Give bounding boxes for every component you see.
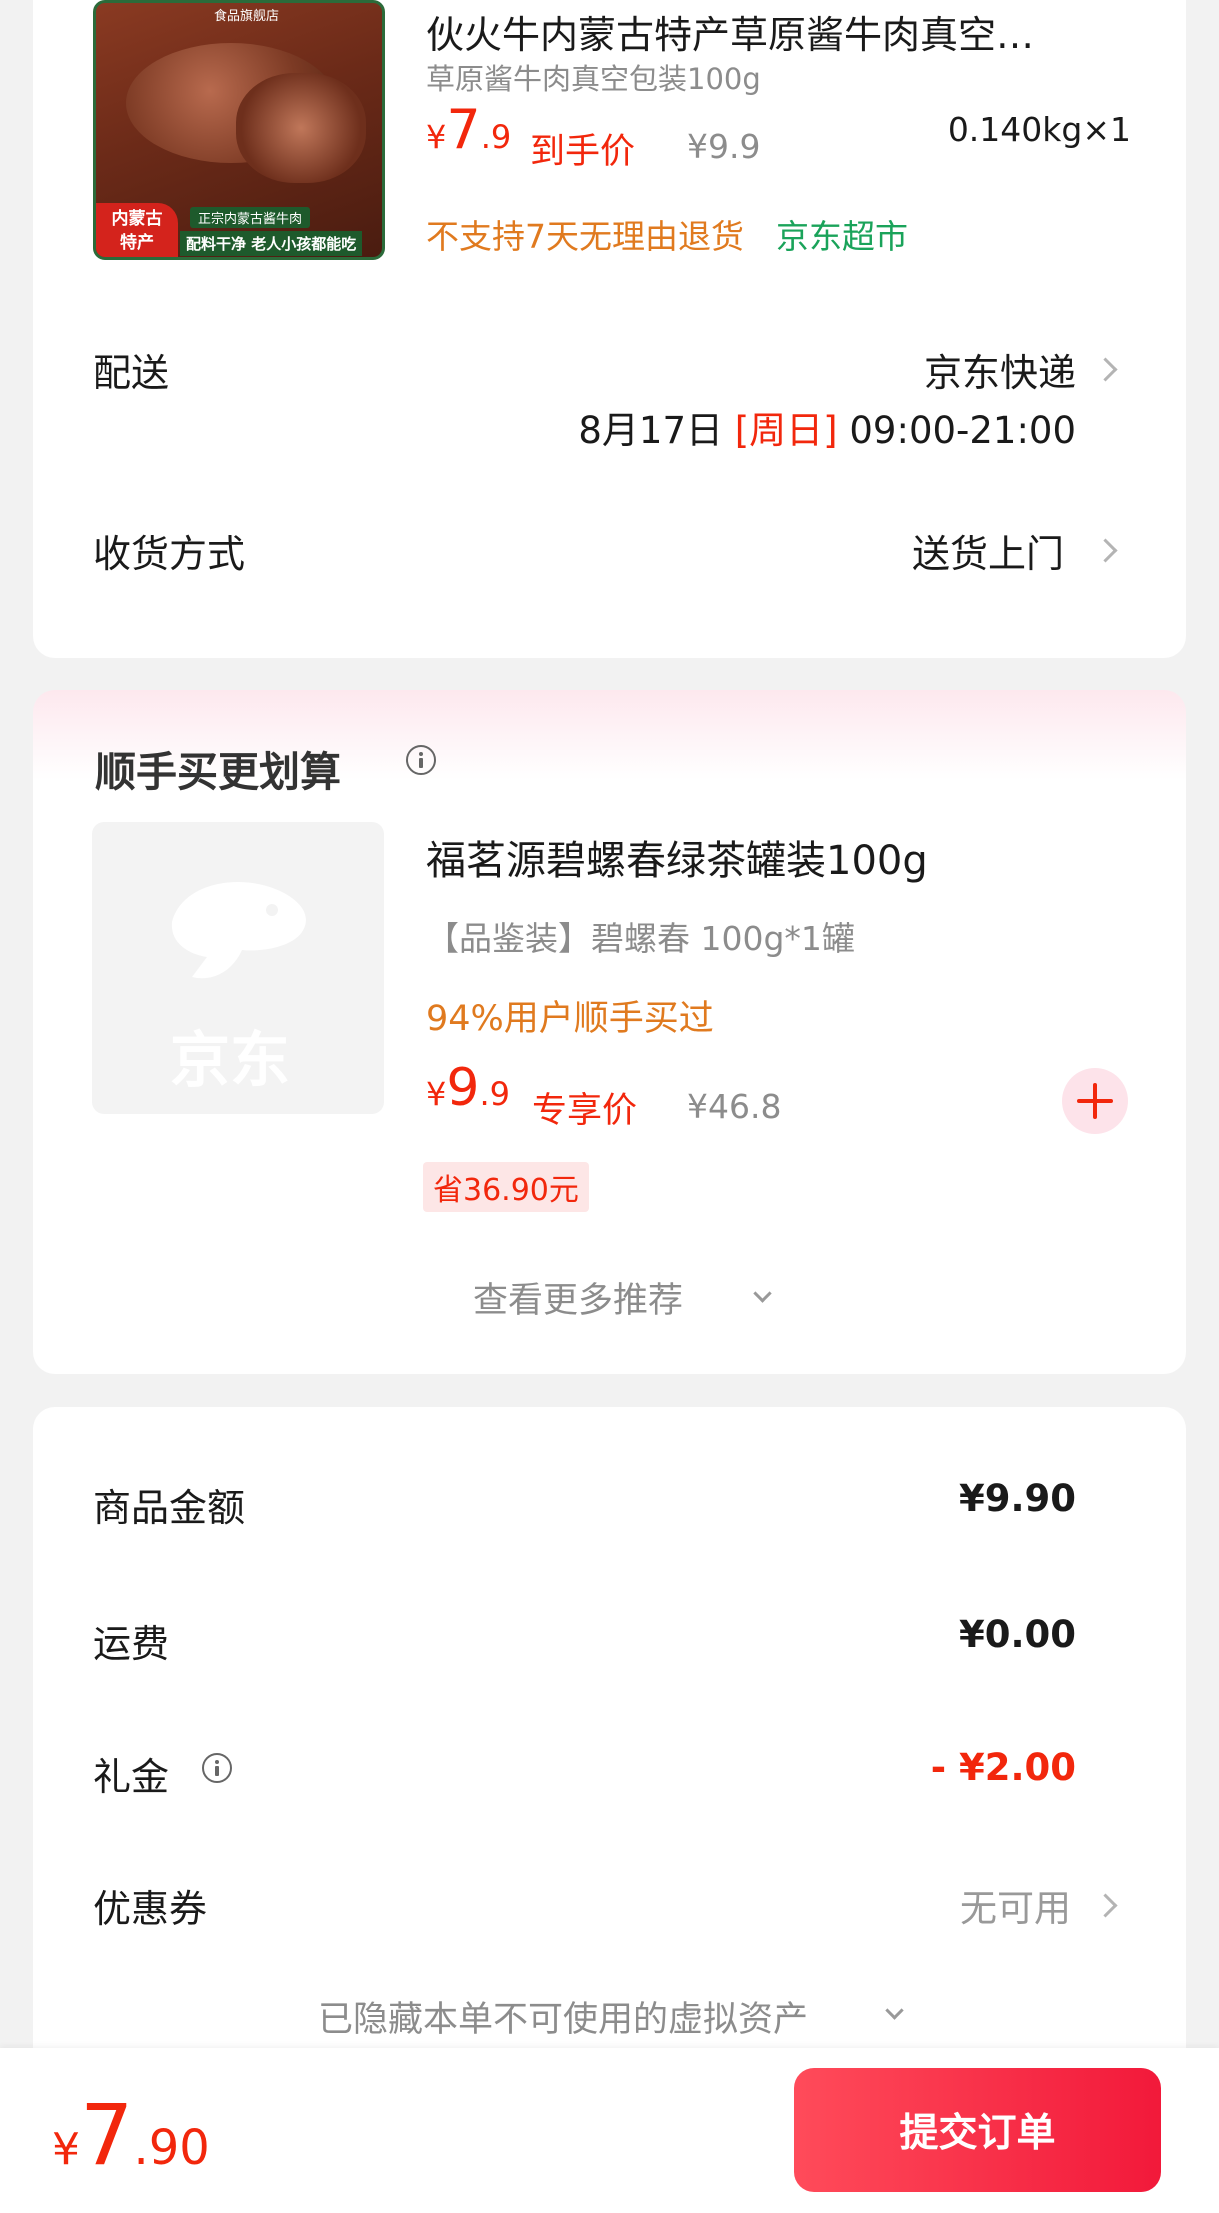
addon-saving-badge: 省36.90元 bbox=[423, 1162, 589, 1212]
gift-info-icon[interactable] bbox=[202, 1753, 232, 1783]
return-policy: 不支持7天无理由退货 bbox=[426, 217, 744, 256]
addon-info-icon[interactable] bbox=[406, 745, 436, 775]
addon-add-button[interactable] bbox=[1062, 1068, 1128, 1134]
product-image-line1: 正宗内蒙古酱牛肉 bbox=[190, 207, 311, 228]
product-title[interactable]: 伙火牛内蒙古特产草原酱牛肉真空… bbox=[426, 4, 1034, 59]
beef-slice-graphic-2 bbox=[236, 73, 366, 183]
addon-title: 顺手买更划算 bbox=[95, 748, 341, 796]
addon-price-dec: .9 bbox=[479, 1075, 510, 1113]
hidden-assets-link[interactable]: 已隐藏本单不可使用的虚拟资产 bbox=[318, 1991, 808, 2042]
price-tag: 到手价 bbox=[530, 132, 636, 172]
original-price: ¥9.9 bbox=[687, 127, 761, 166]
product-image-badge: 内蒙古 特产 bbox=[96, 203, 178, 257]
delivery-time: 8月17日 [周日] 09:00-21:00 bbox=[578, 400, 1076, 454]
addon-price-int: 9 bbox=[446, 1058, 480, 1118]
addon-price: ¥9.9 bbox=[426, 1058, 510, 1118]
goods-amount-label: 商品金额 bbox=[93, 1486, 246, 1530]
submit-order-button[interactable]: 提交订单 bbox=[794, 2068, 1161, 2192]
checkout-bar: ¥7.90 提交订单 bbox=[0, 2048, 1219, 2213]
delivery-carrier: 京东快递 bbox=[923, 351, 1076, 395]
receive-method-label: 收货方式 bbox=[93, 532, 246, 576]
addon-price-tag: 专享价 bbox=[532, 1091, 638, 1131]
price-summary-card: 商品金额 ¥9.90 运费 ¥0.00 礼金 - ¥2.00 优惠券 无可用 已… bbox=[33, 1407, 1186, 2087]
weight-quantity: 0.140kg×1 bbox=[947, 110, 1131, 149]
addon-popularity: 94%用户顺手买过 bbox=[426, 999, 714, 1039]
delivery-label: 配送 bbox=[93, 351, 170, 395]
delivery-weekday: [周日] bbox=[734, 409, 838, 452]
total-price-symbol: ¥ bbox=[52, 2124, 80, 2175]
product-image-line2: 配料干净 老人小孩都能吃 bbox=[180, 231, 363, 256]
plus-icon-vertical bbox=[1093, 1083, 1097, 1119]
goods-amount-value: ¥9.90 bbox=[958, 1477, 1076, 1520]
order-item-card: 食品旗舰店 内蒙古 特产 正宗内蒙古酱牛肉 配料干净 老人小孩都能吃 伙火牛内蒙… bbox=[33, 0, 1186, 658]
addon-more-label: 查看更多推荐 bbox=[473, 1281, 684, 1321]
addon-product-image[interactable]: 京东 bbox=[92, 822, 384, 1114]
gift-value: - ¥2.00 bbox=[930, 1746, 1076, 1789]
addon-product-name[interactable]: 福茗源碧螺春绿茶罐装100g bbox=[426, 828, 928, 886]
addon-card: 顺手买更划算 京东 福茗源碧螺春绿茶罐装100g 【品鉴装】碧螺春 100g*1… bbox=[33, 690, 1186, 1374]
submit-order-label: 提交订单 bbox=[899, 2111, 1056, 2156]
addon-product-spec: 【品鉴装】碧螺春 100g*1罐 bbox=[426, 919, 855, 958]
shipping-label: 运费 bbox=[93, 1622, 170, 1666]
store-tag: 京东超市 bbox=[776, 217, 908, 256]
shipping-value: ¥0.00 bbox=[958, 1613, 1076, 1656]
product-price: ¥7.9 bbox=[426, 98, 511, 161]
addon-more-chevron-icon bbox=[753, 1284, 772, 1303]
total-price: ¥7.90 bbox=[52, 2086, 210, 2184]
hidden-assets-label: 已隐藏本单不可使用的虚拟资产 bbox=[318, 2000, 809, 2040]
addon-more-link[interactable]: 查看更多推荐 bbox=[473, 1272, 683, 1323]
price-dec: .9 bbox=[480, 118, 512, 156]
addon-price-symbol: ¥ bbox=[426, 1075, 447, 1113]
product-image-store-label: 食品旗舰店 bbox=[214, 9, 280, 24]
addon-placeholder-text: 京东 bbox=[170, 1026, 290, 1096]
jd-dog-logo-icon bbox=[152, 862, 322, 992]
total-price-int: 7 bbox=[80, 2086, 134, 2184]
coupon-value: 无可用 bbox=[960, 1887, 1071, 1930]
gift-label: 礼金 bbox=[93, 1755, 170, 1799]
price-symbol: ¥ bbox=[426, 118, 447, 156]
product-spec: 草原酱牛肉真空包装100g bbox=[426, 62, 761, 96]
coupon-label: 优惠券 bbox=[93, 1887, 208, 1931]
delivery-date: 8月17日 bbox=[578, 409, 723, 452]
addon-original-price: ¥46.8 bbox=[687, 1087, 782, 1126]
receive-method-value: 送货上门 bbox=[911, 532, 1064, 576]
hidden-assets-chevron-icon bbox=[885, 2001, 904, 2020]
price-int: 7 bbox=[446, 98, 481, 161]
product-image[interactable]: 食品旗舰店 内蒙古 特产 正宗内蒙古酱牛肉 配料干净 老人小孩都能吃 bbox=[93, 0, 385, 260]
delivery-window: 09:00-21:00 bbox=[849, 409, 1076, 452]
total-price-dec: .90 bbox=[133, 2120, 210, 2176]
